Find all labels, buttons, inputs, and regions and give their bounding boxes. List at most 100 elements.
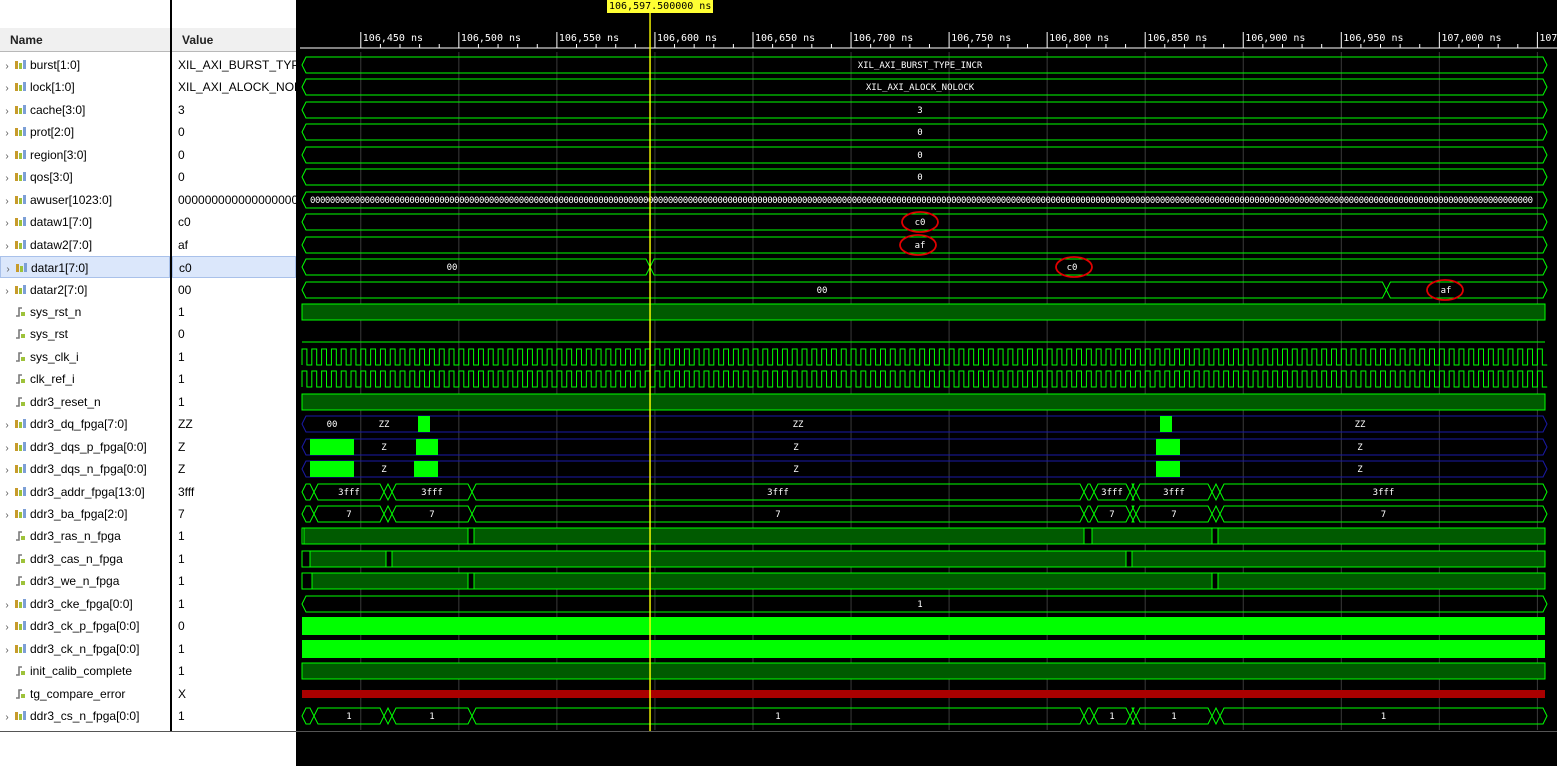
signal-row-ddr3-cke-fpga[interactable]: › ddr3_cke_fpga[0:0] bbox=[0, 593, 170, 615]
expand-chevron-icon[interactable]: › bbox=[0, 78, 14, 100]
signal-value-ddr3-ck-p-fpga: 0 bbox=[178, 619, 185, 633]
ddr3-ba-value: 7 bbox=[346, 510, 351, 520]
expand-chevron-icon[interactable]: › bbox=[0, 281, 14, 303]
bus-signal-icon bbox=[15, 621, 26, 630]
signal-value-sys-rst: 0 bbox=[178, 327, 185, 341]
bit-signal-icon bbox=[16, 374, 25, 384]
expand-chevron-icon[interactable]: › bbox=[0, 123, 14, 145]
signal-row-ddr3-ba-fpga[interactable]: › ddr3_ba_fpga[2:0] bbox=[0, 503, 170, 525]
bit-signal-icon bbox=[16, 329, 25, 339]
ddr3-addr-wave bbox=[1083, 483, 1095, 501]
sys-rst-n-wave bbox=[301, 303, 1546, 321]
init-calib-complete-wave bbox=[301, 662, 1546, 680]
signal-name: qos[3:0] bbox=[30, 170, 73, 184]
bus-signal-icon bbox=[15, 464, 26, 473]
ddr3-cas-n-wave bbox=[301, 550, 1546, 568]
expand-chevron-icon[interactable]: › bbox=[0, 707, 14, 729]
signal-value-ddr3-we-n-fpga: 1 bbox=[178, 574, 185, 588]
expand-chevron-icon[interactable]: › bbox=[0, 56, 14, 78]
signal-row-region[interactable]: › region[3:0] bbox=[0, 144, 170, 166]
signal-row-prot[interactable]: › prot[2:0] bbox=[0, 121, 170, 143]
signal-row-clk-ref-i[interactable]: clk_ref_i bbox=[0, 368, 170, 390]
signal-row-dataw2[interactable]: › dataw2[7:0] bbox=[0, 234, 170, 256]
signal-value-ddr3-cke-fpga: 1 bbox=[178, 597, 185, 611]
signal-row-tg-compare-error[interactable]: tg_compare_error bbox=[0, 683, 170, 705]
signal-row-ddr3-addr-fpga[interactable]: › ddr3_addr_fpga[13:0] bbox=[0, 481, 170, 503]
signal-value-sys-clk-i: 1 bbox=[178, 350, 185, 364]
expand-chevron-icon[interactable]: › bbox=[0, 415, 14, 437]
signal-row-sys-rst[interactable]: sys_rst bbox=[0, 323, 170, 345]
signal-row-sys-rst-n[interactable]: sys_rst_n bbox=[0, 301, 170, 323]
name-column-header[interactable]: Name bbox=[0, 28, 170, 52]
signal-value-region: 0 bbox=[178, 148, 185, 162]
signal-row-burst[interactable]: › burst[1:0] bbox=[0, 54, 170, 76]
signal-row-datar1[interactable]: › datar1[7:0] bbox=[0, 256, 170, 278]
signal-row-qos[interactable]: › qos[3:0] bbox=[0, 166, 170, 188]
cursor-time-label[interactable]: 106,597.500000 ns bbox=[607, 0, 714, 13]
expand-chevron-icon[interactable]: › bbox=[0, 483, 14, 505]
ruler-tick-label: 106,800 ns bbox=[1049, 33, 1109, 44]
signal-row-ddr3-dqs-p-fpga[interactable]: › ddr3_dqs_p_fpga[0:0] bbox=[0, 436, 170, 458]
expand-chevron-icon[interactable]: › bbox=[0, 460, 14, 482]
ddr3-dqs-p-value: Z bbox=[381, 443, 387, 453]
expand-chevron-icon[interactable]: › bbox=[1, 259, 15, 281]
ruler-tick-label: 106,600 ns bbox=[657, 33, 717, 44]
signal-row-ddr3-ck-n-fpga[interactable]: › ddr3_ck_n_fpga[0:0] bbox=[0, 638, 170, 660]
signal-row-ddr3-reset-n[interactable]: ddr3_reset_n bbox=[0, 391, 170, 413]
signal-row-ddr3-dq-fpga[interactable]: › ddr3_dq_fpga[7:0] bbox=[0, 413, 170, 435]
signal-name: tg_compare_error bbox=[30, 687, 126, 701]
expand-chevron-icon[interactable]: › bbox=[0, 640, 14, 662]
datar2-wave-before bbox=[301, 281, 1387, 299]
signal-row-lock[interactable]: › lock[1:0] bbox=[0, 76, 170, 98]
expand-chevron-icon[interactable]: › bbox=[0, 438, 14, 460]
expand-chevron-icon[interactable]: › bbox=[0, 101, 14, 123]
expand-chevron-icon[interactable]: › bbox=[0, 595, 14, 617]
ddr3-cs-n-value: 1 bbox=[1381, 712, 1386, 722]
ddr3-ras-n-low-pulse bbox=[1211, 527, 1219, 545]
ruler-tick-label: 106,750 ns bbox=[951, 33, 1011, 44]
signal-row-dataw1[interactable]: › dataw1[7:0] bbox=[0, 211, 170, 233]
bus-signal-icon bbox=[15, 442, 26, 451]
ddr3-cs-n-value: 1 bbox=[429, 712, 434, 722]
ruler-tick-label: 107,000 ns bbox=[1441, 33, 1501, 44]
signal-row-ddr3-cas-n-fpga[interactable]: ddr3_cas_n_fpga bbox=[0, 548, 170, 570]
ddr3-cke-wave bbox=[301, 595, 1548, 613]
ddr3-dq-value: ZZ bbox=[793, 420, 804, 430]
signal-row-init-calib-complete[interactable]: init_calib_complete bbox=[0, 660, 170, 682]
signal-value-ddr3-ck-n-fpga: 1 bbox=[178, 642, 185, 656]
signal-row-ddr3-ras-n-fpga[interactable]: ddr3_ras_n_fpga bbox=[0, 525, 170, 547]
bus-signal-icon bbox=[15, 217, 26, 226]
signal-name: ddr3_dqs_p_fpga[0:0] bbox=[30, 440, 147, 454]
value-column-header[interactable]: Value bbox=[172, 28, 296, 52]
waveform-canvas[interactable]: 106,450 ns 106,500 ns 106,550 ns 106,600 ns… bbox=[300, 0, 1557, 766]
signal-row-ddr3-ck-p-fpga[interactable]: › ddr3_ck_p_fpga[0:0] bbox=[0, 615, 170, 637]
datar1-wave-after bbox=[649, 258, 1548, 276]
signal-value-ddr3-dq-fpga: ZZ bbox=[178, 417, 193, 431]
signal-row-sys-clk-i[interactable]: sys_clk_i bbox=[0, 346, 170, 368]
signal-row-cache[interactable]: › cache[3:0] bbox=[0, 99, 170, 121]
signal-row-ddr3-dqs-n-fpga[interactable]: › ddr3_dqs_n_fpga[0:0] bbox=[0, 458, 170, 480]
qos-value: 0 bbox=[917, 173, 922, 183]
signal-name: ddr3_dqs_n_fpga[0:0] bbox=[30, 462, 147, 476]
waveform-pane[interactable]: 106,450 ns 106,500 ns 106,550 ns 106,600 ns… bbox=[300, 0, 1557, 766]
signal-row-ddr3-we-n-fpga[interactable]: ddr3_we_n_fpga bbox=[0, 570, 170, 592]
expand-chevron-icon[interactable]: › bbox=[0, 213, 14, 235]
signal-values-pane: Value XIL_AXI_BURST_TYPE_INCR XIL_AXI_ALO… bbox=[172, 0, 296, 766]
expand-chevron-icon[interactable]: › bbox=[0, 505, 14, 527]
signal-row-awuser[interactable]: › awuser[1023:0] bbox=[0, 189, 170, 211]
bus-signal-icon bbox=[16, 263, 27, 272]
ddr3-ba-wave bbox=[383, 504, 393, 524]
ddr3-cs-n-wave bbox=[301, 707, 315, 725]
time-ruler: 106,450 ns 106,500 ns 106,550 ns 106,600 ns… bbox=[300, 32, 1557, 49]
expand-chevron-icon[interactable]: › bbox=[0, 236, 14, 258]
bus-signal-icon bbox=[15, 195, 26, 204]
signal-row-datar2[interactable]: › datar2[7:0] bbox=[0, 279, 170, 301]
expand-chevron-icon[interactable]: › bbox=[0, 617, 14, 639]
expand-chevron-icon[interactable]: › bbox=[0, 146, 14, 168]
signal-name: datar2[7:0] bbox=[30, 283, 88, 297]
expand-chevron-icon[interactable]: › bbox=[0, 191, 14, 213]
lock-value: XIL_AXI_ALOCK_NOLOCK bbox=[866, 83, 975, 93]
signal-row-ddr3-cs-n-fpga[interactable]: › ddr3_cs_n_fpga[0:0] bbox=[0, 705, 170, 727]
expand-chevron-icon[interactable]: › bbox=[0, 168, 14, 190]
ddr3-cs-n-value: 1 bbox=[1109, 712, 1114, 722]
